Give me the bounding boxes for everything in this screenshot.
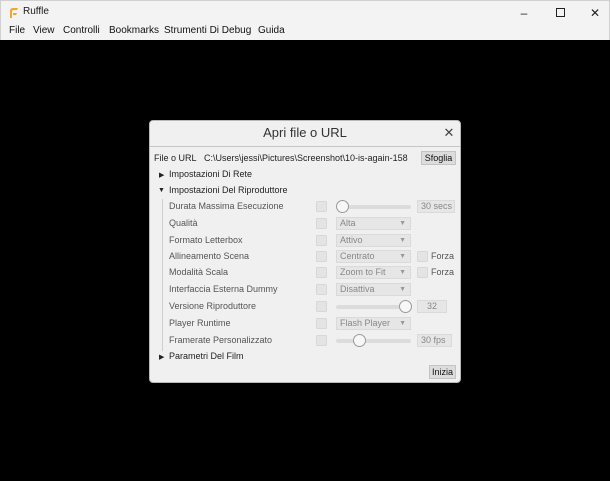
dialog-close-button[interactable]: ✕ [442, 126, 456, 140]
quality-label: Qualità [169, 218, 198, 228]
title-bar: Ruffle – ✕ [0, 0, 610, 23]
player-version-slider-handle[interactable] [399, 300, 412, 313]
dummy-interface-select[interactable]: Disattiva ▼ [336, 283, 411, 296]
collapsed-arrow-icon[interactable]: ▶ [159, 353, 164, 361]
dropdown-caret-icon: ▼ [399, 253, 406, 260]
scale-mode-force-checkbox[interactable] [417, 267, 428, 278]
max-duration-value[interactable]: 30 secs [417, 200, 455, 213]
player-runtime-checkbox[interactable] [316, 318, 327, 329]
file-url-label: File o URL [154, 153, 197, 163]
stage-align-force-label: Forza [431, 251, 455, 261]
close-icon: ✕ [443, 125, 455, 140]
menu-bar: File View Controlli Bookmarks Strumenti … [0, 23, 610, 40]
stage-align-checkbox[interactable] [316, 251, 327, 262]
letterbox-checkbox[interactable] [316, 235, 327, 246]
close-icon: ✕ [589, 5, 601, 20]
menu-view[interactable]: View [33, 25, 55, 36]
custom-framerate-checkbox[interactable] [316, 335, 327, 346]
dialog-title: Apri file o URL [263, 125, 347, 140]
dropdown-caret-icon: ▼ [399, 220, 406, 227]
minimize-button[interactable]: – [504, 1, 544, 24]
menu-bookmarks[interactable]: Bookmarks [109, 25, 159, 36]
start-button[interactable]: Inizia [429, 365, 456, 379]
dropdown-caret-icon: ▼ [399, 286, 406, 293]
scale-mode-force-label: Forza [431, 267, 455, 277]
dummy-interface-label: Interfaccia Esterna Dummy [169, 284, 278, 294]
window-title: Ruffle [23, 6, 49, 17]
network-settings-header[interactable]: Impostazioni Di Rete [169, 169, 252, 179]
browse-button[interactable]: Sfoglia [421, 151, 456, 165]
max-duration-checkbox[interactable] [316, 201, 327, 212]
maximize-button[interactable] [540, 1, 580, 24]
custom-framerate-slider[interactable] [336, 339, 411, 343]
ruffle-logo-icon [10, 8, 18, 18]
menu-controls[interactable]: Controlli [63, 25, 100, 36]
custom-framerate-value[interactable]: 30 fps [417, 334, 452, 347]
file-url-input[interactable]: C:\Users\jessi\Pictures\Screenshot\10-is… [204, 153, 418, 163]
dropdown-caret-icon: ▼ [399, 237, 406, 244]
max-duration-slider-handle[interactable] [336, 200, 349, 213]
menu-file[interactable]: File [9, 25, 25, 36]
quality-checkbox[interactable] [316, 218, 327, 229]
expanded-arrow-icon[interactable]: ▼ [158, 187, 165, 194]
menu-debug-tools[interactable]: Strumenti Di Debug [164, 25, 251, 36]
letterbox-select[interactable]: Attivo ▼ [336, 234, 411, 247]
scale-mode-label: Modalità Scala [169, 267, 229, 277]
scale-mode-select[interactable]: Zoom to Fit ▼ [336, 266, 411, 279]
max-duration-label: Durata Massima Esecuzione [169, 201, 284, 211]
player-version-label: Versione Riproduttore [169, 301, 257, 311]
stage-align-select[interactable]: Centrato ▼ [336, 250, 411, 263]
quality-select[interactable]: Alta ▼ [336, 217, 411, 230]
letterbox-label: Formato Letterbox [169, 235, 243, 245]
scale-mode-checkbox[interactable] [316, 267, 327, 278]
menu-help[interactable]: Guida [258, 25, 285, 36]
custom-framerate-label: Framerate Personalizzato [169, 335, 273, 345]
minimize-icon: – [520, 5, 528, 20]
player-runtime-select[interactable]: Flash Player ▼ [336, 317, 411, 330]
dropdown-caret-icon: ▼ [399, 269, 406, 276]
player-version-checkbox[interactable] [316, 301, 327, 312]
custom-framerate-slider-handle[interactable] [353, 334, 366, 347]
divider [150, 146, 460, 147]
maximize-icon [555, 8, 565, 17]
collapsed-arrow-icon[interactable]: ▶ [159, 171, 164, 179]
dropdown-caret-icon: ▼ [399, 320, 406, 327]
stage-align-force-checkbox[interactable] [417, 251, 428, 262]
stage-align-label: Allineamento Scena [169, 251, 250, 261]
section-indent-line [162, 199, 163, 351]
dummy-interface-checkbox[interactable] [316, 284, 327, 295]
player-runtime-label: Player Runtime [169, 318, 231, 328]
player-settings-header[interactable]: Impostazioni Del Riproduttore [169, 185, 288, 195]
close-window-button[interactable]: ✕ [575, 1, 610, 24]
open-dialog: Apri file o URL ✕ File o URL C:\Users\je… [149, 120, 461, 383]
movie-params-header[interactable]: Parametri Del Film [169, 351, 244, 361]
player-version-value[interactable]: 32 [417, 300, 447, 313]
